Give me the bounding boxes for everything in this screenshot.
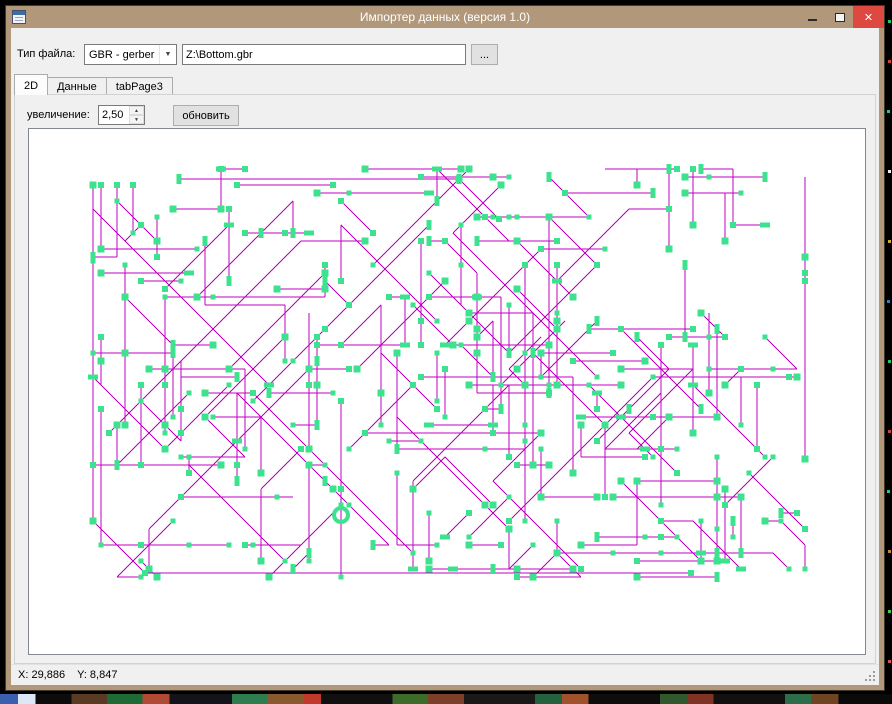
pcb-canvas[interactable]: [28, 128, 866, 655]
maximize-icon: [834, 12, 845, 22]
close-icon: ✕: [863, 11, 874, 24]
window-controls: ✕: [799, 6, 884, 28]
status-y-coordinate: Y: 8,847: [77, 669, 118, 681]
tab-data[interactable]: Данные: [47, 77, 107, 95]
app-window: Импортер данных (версия 1.0) ✕ Тип файла…: [6, 6, 884, 690]
window-title: Импортер данных (версия 1.0): [359, 10, 531, 24]
close-button[interactable]: ✕: [853, 6, 884, 28]
refresh-button[interactable]: обновить: [173, 105, 239, 126]
tab-strip: 2D Данные tabPage3: [14, 74, 173, 95]
resize-grip[interactable]: [865, 671, 877, 683]
maximize-button[interactable]: [826, 6, 853, 28]
zoom-label: увеличение:: [27, 109, 90, 121]
tab-2d[interactable]: 2D: [14, 74, 49, 95]
browse-button[interactable]: ...: [471, 44, 498, 65]
file-type-label: Тип файла:: [17, 48, 76, 60]
chevron-down-icon: ▼: [159, 45, 176, 64]
file-type-selected-value: GBR - gerber: [89, 48, 155, 61]
desktop-edge-pixels: [888, 20, 891, 23]
spin-down-button[interactable]: ▼: [129, 115, 144, 124]
file-path-input[interactable]: [182, 44, 466, 65]
window-titlebar[interactable]: Импортер данных (версия 1.0) ✕: [6, 6, 884, 28]
spin-up-button[interactable]: ▲: [129, 106, 144, 115]
file-type-combobox[interactable]: GBR - gerber ▼: [84, 44, 177, 65]
window-client-area: Тип файла: GBR - gerber ▼ ... 2D Данные …: [11, 28, 879, 685]
zoom-stepper[interactable]: 2,50 ▲ ▼: [98, 105, 145, 125]
zoom-spinner: ▲ ▼: [129, 106, 144, 124]
status-x-coordinate: X: 29,886: [18, 669, 66, 681]
chevron-up-icon: ▲: [134, 107, 139, 114]
tab-page-2d: увеличение: 2,50 ▲ ▼ обновить: [14, 94, 876, 664]
status-bar: X: 29,886 Y: 8,847: [11, 664, 879, 685]
minimize-icon: [808, 19, 817, 21]
desktop-wallpaper-strip: [0, 694, 892, 704]
tab-page3[interactable]: tabPage3: [105, 77, 173, 95]
chevron-down-icon: ▼: [134, 116, 139, 123]
zoom-value: 2,50: [102, 109, 124, 121]
pcb-preview: [29, 129, 865, 654]
minimize-button[interactable]: [799, 6, 826, 28]
app-icon: [12, 10, 26, 24]
